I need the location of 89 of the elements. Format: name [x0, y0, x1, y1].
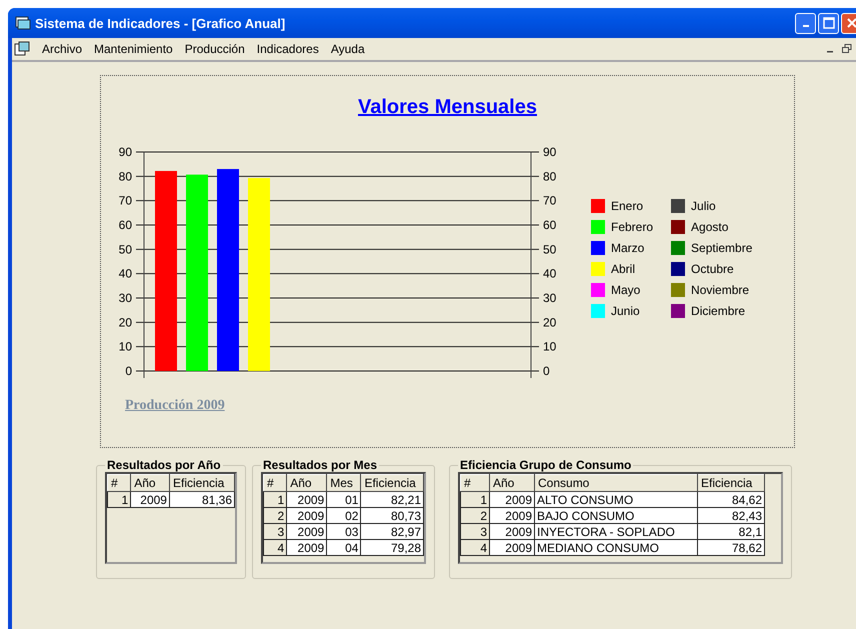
table-cell: 2009 [490, 540, 534, 556]
table-cell: 2009 [286, 524, 327, 540]
row-header: 1 [108, 492, 131, 508]
table-cell: 03 [326, 524, 361, 540]
table-cell: 82,97 [360, 524, 424, 540]
table-cell: 79,28 [360, 540, 424, 556]
row-header: 4 [264, 540, 287, 556]
axis-label: 0 [125, 364, 132, 378]
column-header[interactable]: # [460, 474, 490, 492]
table-cell: INYECTORA - SOPLADO [534, 524, 698, 540]
group-title: Resultados por Año [106, 458, 222, 472]
legend-label: Mayo [611, 282, 640, 296]
legend-label: Marzo [611, 240, 644, 254]
row-header: 1 [264, 492, 287, 508]
row-header: 2 [460, 508, 490, 524]
table-cell: 82,21 [360, 492, 424, 508]
axis-label: 80 [543, 169, 556, 184]
axis-label: 30 [118, 291, 132, 305]
axis-label: 20 [543, 315, 556, 330]
axis-label: 70 [543, 194, 556, 208]
group-title: Resultados por Mes [262, 458, 378, 472]
menu-item[interactable]: Producción [178, 42, 251, 56]
table-cell: 02 [326, 508, 361, 524]
table-cell: 82,1 [698, 524, 764, 540]
column-header[interactable]: # [108, 474, 131, 492]
axis-label: 50 [543, 242, 556, 256]
chart-footer: Producción 2009 [125, 398, 225, 414]
axis-label: 30 [543, 291, 556, 305]
row-header: 1 [460, 492, 490, 508]
axis-label: 10 [543, 340, 556, 354]
column-header[interactable]: Año [490, 474, 534, 492]
table-cell: BAJO CONSUMO [534, 508, 698, 524]
legend-label: Septiembre [691, 240, 752, 254]
table-cell: 2009 [490, 492, 534, 508]
axis-label: 90 [543, 145, 556, 159]
table-cell: 01 [326, 492, 361, 508]
table-cell: 2009 [286, 540, 327, 556]
row-header: 2 [264, 508, 287, 524]
window-title: Sistema de Indicadores - [Grafico Anual] [35, 16, 286, 30]
menu-item[interactable]: Mantenimiento [88, 42, 179, 56]
column-header[interactable]: Año [286, 474, 327, 492]
axis-label: 70 [118, 194, 132, 208]
legend-label: Noviembre [691, 282, 750, 296]
table-cell: MEDIANO CONSUMO [534, 540, 698, 556]
table-cell: 04 [326, 540, 361, 556]
column-header[interactable]: Mes [326, 474, 361, 492]
axis-label: 40 [543, 266, 556, 281]
legend-label: Agosto [691, 220, 728, 234]
column-header[interactable]: # [264, 474, 287, 492]
menu-item[interactable]: Archivo [36, 42, 88, 56]
group-title: Eficiencia Grupo de Consumo [459, 458, 632, 472]
axis-label: 60 [118, 218, 132, 232]
axis-label: 20 [118, 315, 132, 330]
legend-label: Junio [611, 304, 640, 318]
legend-label: Octubre [691, 262, 734, 276]
legend-label: Diciembre [691, 304, 746, 318]
column-header[interactable]: Eficiencia [169, 474, 234, 492]
row-header: 4 [460, 540, 490, 556]
menu-item[interactable]: Ayuda [324, 42, 371, 56]
legend-label: Febrero [611, 220, 654, 234]
table-cell: 82,43 [698, 508, 764, 524]
axis-label: 80 [118, 169, 132, 184]
table-cell: 2009 [490, 508, 534, 524]
legend-label: Enero [611, 198, 644, 212]
table-cell: ALTO CONSUMO [534, 492, 698, 508]
table-cell: 2009 [286, 508, 327, 524]
row-header: 3 [460, 524, 490, 540]
table-cell: 80,73 [360, 508, 424, 524]
column-header[interactable]: Consumo [534, 474, 698, 492]
row-header: 3 [264, 524, 287, 540]
axis-label: 90 [118, 145, 132, 159]
table-cell: 78,62 [698, 540, 764, 556]
axis-label: 50 [118, 242, 132, 256]
axis-label: 10 [118, 340, 132, 354]
column-header[interactable]: Año [130, 474, 170, 492]
table-cell: 84,62 [698, 492, 764, 508]
axis-label: 40 [118, 266, 132, 281]
legend-label: Abril [611, 262, 636, 276]
axis-label: 0 [543, 364, 550, 378]
chart-title: Valores Mensuales [358, 96, 537, 119]
table-cell: 2009 [130, 492, 170, 508]
table-cell: 2009 [286, 492, 327, 508]
legend-label: Julio [691, 198, 716, 212]
axis-label: 60 [543, 218, 556, 232]
column-header[interactable]: Eficiencia [698, 474, 764, 492]
table-cell: 2009 [490, 524, 534, 540]
column-header[interactable]: Eficiencia [360, 474, 424, 492]
table-cell: 81,36 [169, 492, 234, 508]
menu-item[interactable]: Indicadores [250, 42, 325, 56]
